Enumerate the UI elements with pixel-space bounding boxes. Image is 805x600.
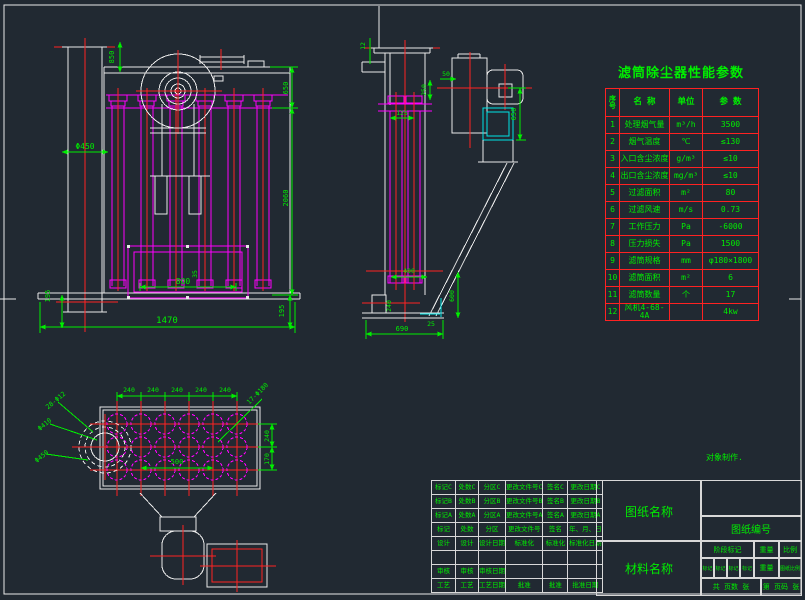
- filter-cartridges-front[interactable]: [106, 95, 288, 288]
- dim-label: 195: [278, 305, 286, 318]
- sheet-total-cell: 共 页数 张: [700, 577, 762, 596]
- dim-label: 240: [263, 430, 271, 442]
- param-row: 4出口含尘浓度mg/m³≤10: [606, 168, 759, 185]
- dim-label: 650: [510, 108, 518, 121]
- dim-label: 400: [403, 267, 415, 275]
- dim-label: 35: [191, 270, 199, 278]
- param-row: 12风机4-68-4A4kw: [606, 304, 759, 321]
- param-row: 1处理烟气量m³/h3500: [606, 117, 759, 134]
- dim-label: 240: [385, 300, 393, 312]
- revision-row: 标记C处数C分区C更改文件号C签名C更改日期C: [432, 481, 603, 495]
- hopper-and-blower[interactable]: [140, 493, 276, 592]
- side-view[interactable]: 12 125 250 50 650 400 240 600 25 690: [359, 38, 532, 339]
- param-row: 6过滤风速m/s0.73: [606, 202, 759, 219]
- dim-label: 850: [108, 51, 116, 64]
- dim-label: 250: [420, 84, 428, 96]
- dim-label: 650: [282, 82, 290, 95]
- param-table-title: 滤筒除尘器性能参数: [618, 62, 744, 81]
- revision-row: 设计设计设计日期标准化标准化标准化日期: [432, 537, 603, 551]
- dim-label: 800: [176, 277, 191, 286]
- dim-label: 2060: [282, 190, 290, 207]
- revision-row: 标记B处数B分区B更改文件号B签名B更改日期B: [432, 495, 603, 509]
- dim-label: 12: [359, 42, 367, 50]
- dim-label: 1470: [156, 316, 178, 326]
- param-header-row: 序号 名 称 单位 参 数: [606, 89, 759, 117]
- dim-label: 690: [396, 325, 409, 333]
- dim-label: 240: [195, 386, 207, 394]
- access-door[interactable]: [127, 245, 249, 299]
- col-header-name: 名 称: [620, 89, 670, 117]
- revision-row: [432, 551, 603, 565]
- front-dimensions: Φ450 850 650 2060 195 195 1470 800 35: [40, 42, 298, 333]
- param-row: 9滤筒规格mmφ180×1800: [606, 253, 759, 270]
- dim-label: Φ410: [36, 416, 53, 432]
- dim-label: 240: [171, 386, 183, 394]
- dim-label: 28-Φ12: [44, 390, 67, 411]
- col-header-unit: 单位: [670, 89, 703, 117]
- parameter-table: 序号 名 称 单位 参 数 1处理烟气量m³/h3500 2烟气温度℃≤130 …: [605, 88, 759, 321]
- param-row: 7工作压力Pa-6000: [606, 219, 759, 236]
- param-row: 3入口含尘浓度g/m³≤10: [606, 151, 759, 168]
- dim-label: 125: [396, 109, 408, 117]
- dim-label: 600: [448, 290, 456, 302]
- sheet-index-cell: 第 页码 张: [760, 577, 802, 596]
- top-view[interactable]: 240 240 240 240 240 28-Φ12 Φ410 Φ450 17-…: [33, 381, 277, 592]
- dim-label: 240: [123, 386, 135, 394]
- front-view[interactable]: Φ450 850 650 2060 195 195 1470 800 35: [38, 38, 300, 333]
- dim-label: Φ450: [33, 448, 50, 464]
- dim-label: 25: [427, 320, 435, 328]
- weight-value-cell: 重量: [753, 557, 780, 579]
- dim-label: 500: [171, 458, 184, 466]
- param-row: 5过滤面积m²80: [606, 185, 759, 202]
- revision-row: 标记处数分区更改文件号签名年、月、日: [432, 523, 603, 537]
- revision-row: 标记A处数A分区A更改文件号A签名A更改日期A: [432, 509, 603, 523]
- dim-label: 195: [44, 290, 52, 303]
- annotation-note: 对象制作.: [706, 452, 743, 463]
- revision-table: 标记C处数C分区C更改文件号C签名C更改日期C 标记B处数B分区B更改文件号B签…: [431, 480, 603, 593]
- revision-row: 工艺工艺工艺日期批准批准批准日期: [432, 579, 603, 593]
- param-row: 10滤筒面积m²6: [606, 270, 759, 287]
- drawing-name-cell: 图纸名称: [596, 480, 702, 542]
- param-row: 11滤筒数量个17: [606, 287, 759, 304]
- scale-value-cell: 图纸比例: [778, 557, 802, 579]
- col-header-value: 参 数: [703, 89, 759, 117]
- param-row: 2烟气温度℃≤130: [606, 134, 759, 151]
- dim-label: 17-Φ180: [245, 381, 270, 406]
- cad-viewport[interactable]: Φ450 850 650 2060 195 195 1470 800 35: [0, 0, 805, 600]
- dim-label: 240: [219, 386, 231, 394]
- fan-front[interactable]: [136, 50, 222, 214]
- dim-label: 170: [263, 453, 271, 465]
- dim-label: 240: [147, 386, 159, 394]
- drawing-no-blank-cell: [700, 480, 802, 517]
- col-header-no: 序号: [606, 89, 620, 117]
- material-name-cell: 材料名称: [596, 540, 702, 596]
- revision-row: 审核审核审核日期: [432, 565, 603, 579]
- drawing-no-cell: 图纸编号: [700, 515, 802, 542]
- param-row: 8压力损失Pa1500: [606, 236, 759, 253]
- dim-label: 50: [442, 70, 450, 78]
- fan-side[interactable]: [437, 52, 532, 162]
- dim-label: Φ450: [75, 142, 94, 151]
